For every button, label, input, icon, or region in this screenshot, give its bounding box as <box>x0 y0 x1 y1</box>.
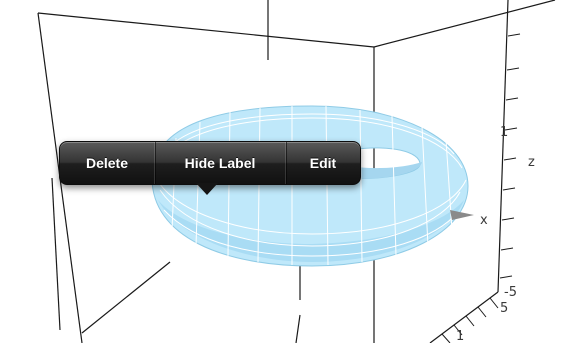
tick-mark <box>465 315 475 327</box>
z-tick-label-neg5: -5 <box>504 285 517 300</box>
tick-mark <box>503 157 517 161</box>
box-edge <box>497 0 509 293</box>
y-axis-ticks <box>441 297 499 343</box>
box-edge <box>295 314 301 343</box>
x-axis-arrow <box>450 210 474 220</box>
tick-mark <box>507 33 521 37</box>
hide-label-button[interactable]: Hide Label <box>154 142 285 184</box>
tick-mark <box>505 97 519 101</box>
edit-button[interactable]: Edit <box>285 142 360 184</box>
context-menu: Delete Hide Label Edit <box>59 141 361 185</box>
tick-mark <box>489 297 499 309</box>
y-tick-label-5: 5 <box>500 301 508 316</box>
graph-3d-view[interactable]: x z 1 -5 5 1 Delete Hide Label Edit <box>0 0 565 343</box>
hide-label-text: Hide Label <box>184 155 256 171</box>
tick-mark <box>506 67 520 71</box>
tick-mark <box>500 247 514 251</box>
tick-mark <box>501 217 515 221</box>
box-edge <box>81 261 171 334</box>
delete-button[interactable]: Delete <box>60 142 154 184</box>
tick-mark <box>477 306 487 318</box>
tick-mark <box>502 187 516 191</box>
tick-mark <box>499 275 513 279</box>
box-edge <box>373 0 556 48</box>
box-edge <box>37 12 375 48</box>
y-tick-label-1: 1 <box>456 329 464 343</box>
box-edge <box>51 177 61 331</box>
context-menu-pointer <box>196 183 218 195</box>
z-tick-label-1: 1 <box>500 125 508 140</box>
z-axis-label: z <box>528 155 535 170</box>
x-axis-label: x <box>480 213 488 228</box>
edit-label: Edit <box>309 155 337 171</box>
delete-label: Delete <box>85 155 129 171</box>
tick-mark <box>441 333 451 343</box>
